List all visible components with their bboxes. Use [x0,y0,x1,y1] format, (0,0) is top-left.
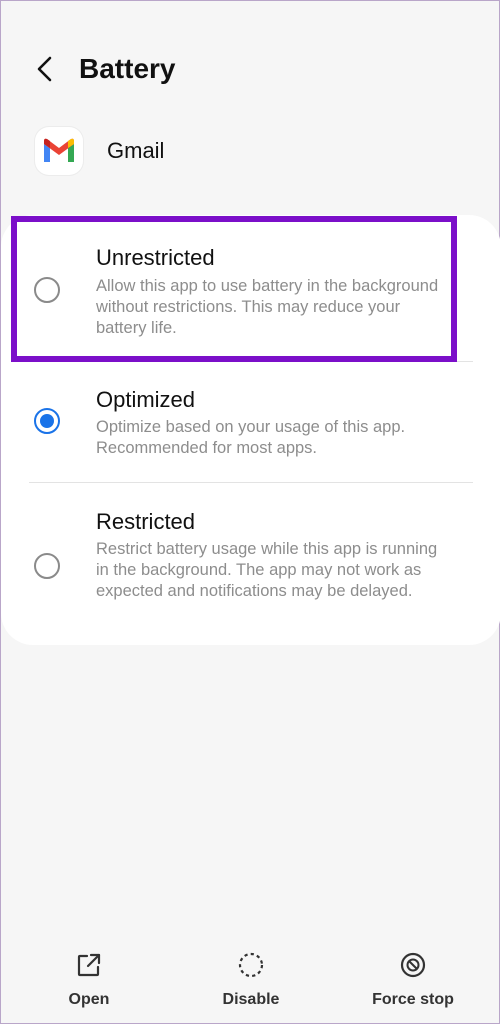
option-title: Optimized [96,387,196,412]
radio-restricted[interactable] [34,553,60,579]
page-title: Battery [79,53,176,84]
option-title: Unrestricted [96,245,215,270]
force-stop-button[interactable]: Force stop [353,951,473,1015]
disable-label: Disable [222,991,280,1008]
option-description: Restrict battery usage while this app is… [96,540,438,600]
option-restricted[interactable]: Restricted Restrict battery usage while … [1,483,500,643]
option-unrestricted[interactable]: Unrestricted Allow this app to use batte… [1,215,500,361]
app-row: Gmail [35,125,164,177]
disable-button[interactable]: Disable [191,951,311,1015]
force-stop-icon [400,952,426,978]
open-external-icon [77,953,101,977]
battery-options-card: Unrestricted Allow this app to use batte… [1,215,500,645]
radio-optimized[interactable] [34,408,60,434]
gmail-icon [35,127,83,175]
header: Battery [1,41,499,97]
back-button[interactable] [27,51,63,87]
force-stop-label: Force stop [372,991,454,1008]
option-title: Restricted [96,509,196,534]
chevron-left-icon [37,56,52,82]
open-label: Open [68,991,110,1008]
option-optimized[interactable]: Optimized Optimize based on your usage o… [1,362,500,482]
disable-icon [238,952,264,978]
option-description: Allow this app to use battery in the bac… [96,277,439,337]
open-button[interactable]: Open [29,951,149,1015]
app-name: Gmail [107,138,165,163]
option-description: Optimize based on your usage of this app… [96,418,406,457]
radio-unrestricted[interactable] [34,277,60,303]
